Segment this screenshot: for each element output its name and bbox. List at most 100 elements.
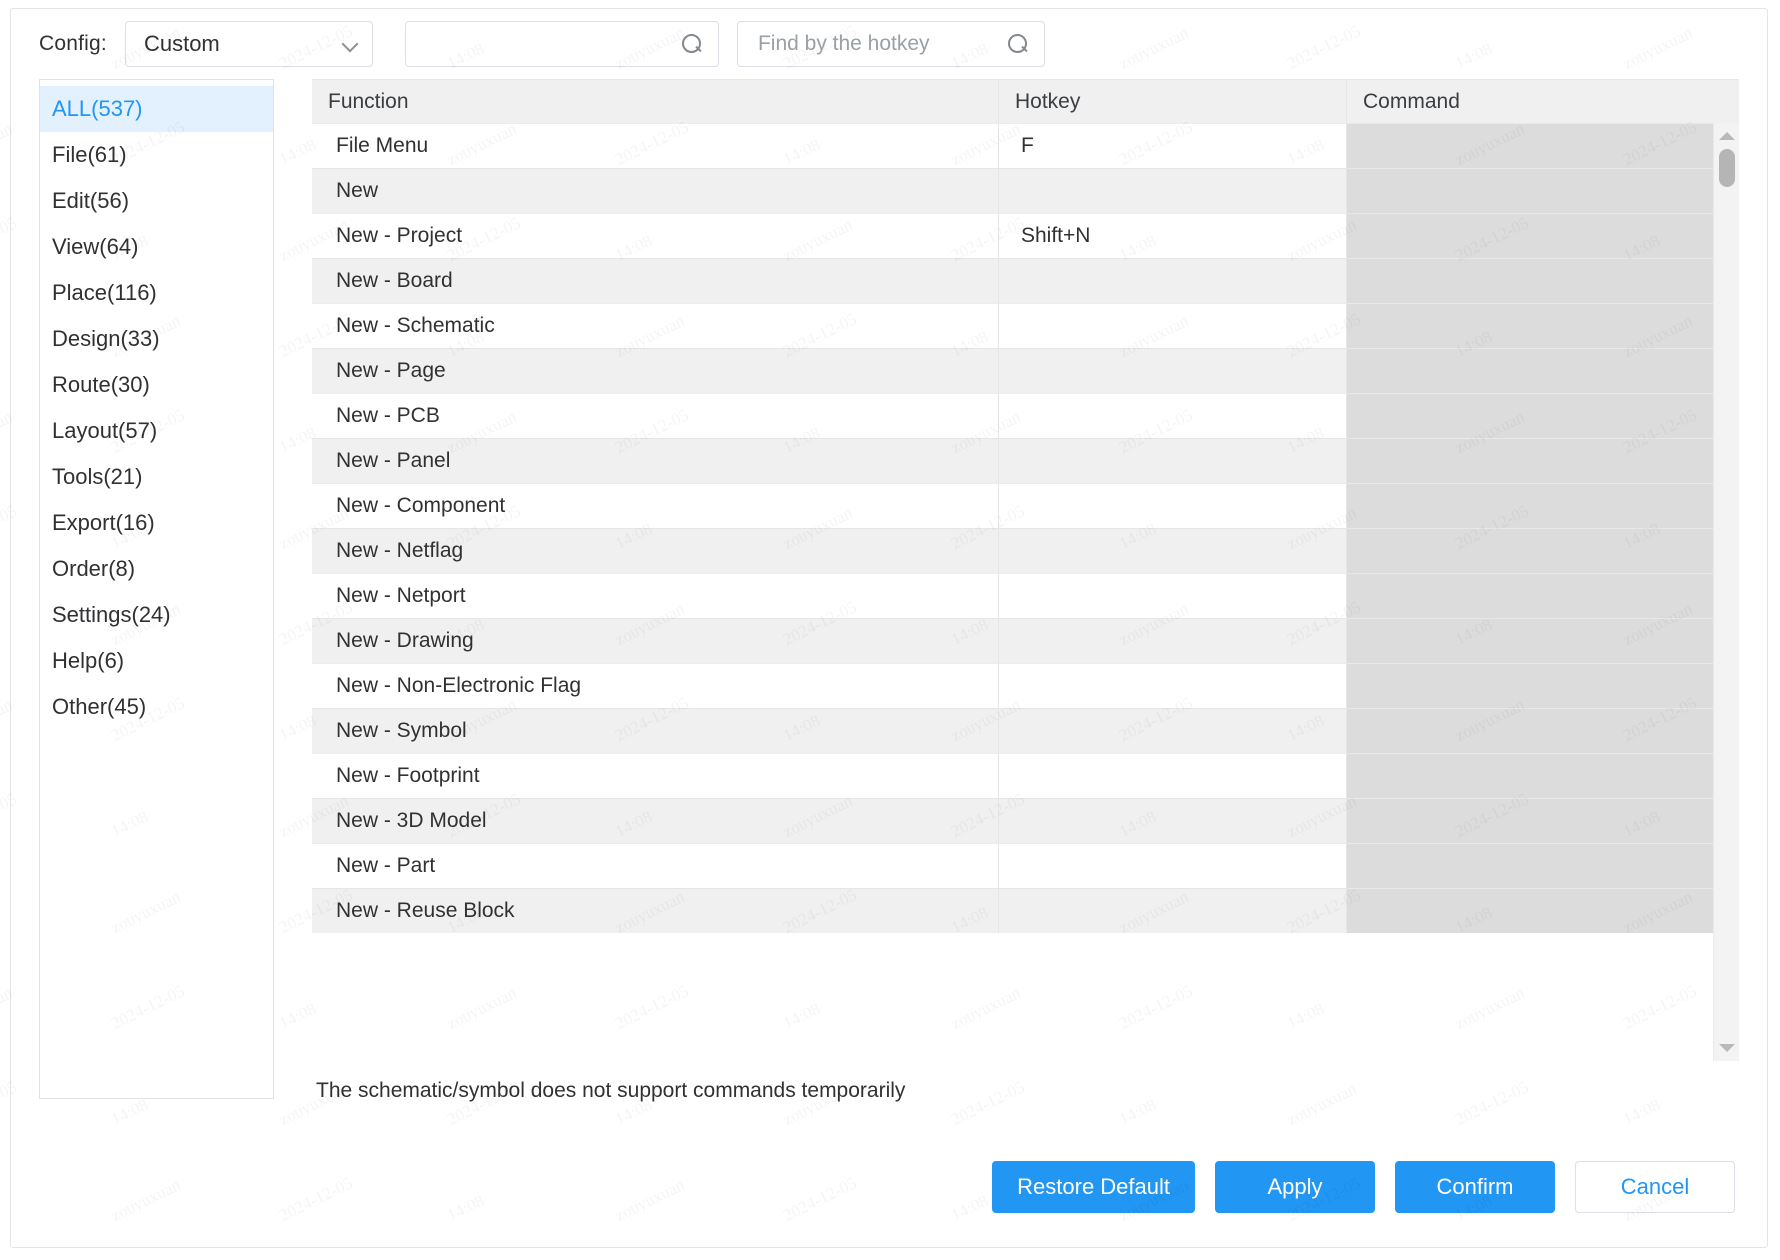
cell-command [1346, 393, 1713, 438]
cell-command [1346, 303, 1713, 348]
cell-command [1346, 528, 1713, 573]
sidebar-item-label: Other(45) [52, 694, 146, 720]
table-row[interactable]: New - Page [312, 348, 1713, 393]
caret-up-icon[interactable] [1714, 125, 1740, 147]
cell-function: New - Part [312, 843, 998, 888]
table-row[interactable]: New - ProjectShift+N [312, 213, 1713, 258]
toolbar: Config: Custom [11, 9, 1767, 79]
cell-hotkey[interactable] [998, 258, 1346, 303]
cell-function: New - PCB [312, 393, 998, 438]
cell-function: New - Symbol [312, 708, 998, 753]
cell-command [1346, 438, 1713, 483]
sidebar-item-label: Order(8) [52, 556, 135, 582]
cell-hotkey[interactable] [998, 888, 1346, 933]
cell-command [1346, 753, 1713, 798]
table-row[interactable]: New - Component [312, 483, 1713, 528]
scrollbar-thumb[interactable] [1719, 149, 1735, 187]
hotkey-table: Function Hotkey Command File MenuFNewNew… [312, 79, 1739, 1127]
cancel-button[interactable]: Cancel [1575, 1161, 1735, 1213]
cell-function: New - 3D Model [312, 798, 998, 843]
table-row[interactable]: New - Non-Electronic Flag [312, 663, 1713, 708]
search-icon[interactable] [680, 32, 704, 56]
table-row[interactable]: New - Schematic [312, 303, 1713, 348]
sidebar-item-file[interactable]: File(61) [40, 132, 273, 178]
table-scroll-region: File MenuFNewNew - ProjectShift+NNew - B… [312, 123, 1739, 1061]
cell-command [1346, 483, 1713, 528]
sidebar-item-export[interactable]: Export(16) [40, 500, 273, 546]
table-row[interactable]: New - Symbol [312, 708, 1713, 753]
search-hotkey-box[interactable] [737, 21, 1045, 67]
cell-function: File Menu [312, 123, 998, 168]
config-select[interactable]: Custom [125, 21, 373, 67]
table-row[interactable]: New - Board [312, 258, 1713, 303]
sidebar-item-label: ALL(537) [52, 96, 143, 122]
cell-hotkey[interactable] [998, 573, 1346, 618]
table-row[interactable]: New - Panel [312, 438, 1713, 483]
cell-hotkey[interactable] [998, 843, 1346, 888]
cell-hotkey[interactable]: F [998, 123, 1346, 168]
sidebar-item-label: Export(16) [52, 510, 155, 536]
cell-hotkey[interactable] [998, 663, 1346, 708]
cell-hotkey[interactable]: Shift+N [998, 213, 1346, 258]
table-body: File MenuFNewNew - ProjectShift+NNew - B… [312, 123, 1713, 1061]
cell-hotkey[interactable] [998, 303, 1346, 348]
table-row[interactable]: New - Reuse Block [312, 888, 1713, 933]
cell-hotkey[interactable] [998, 168, 1346, 213]
cell-command [1346, 663, 1713, 708]
sidebar-item-all[interactable]: ALL(537) [40, 86, 273, 132]
table-row[interactable]: New [312, 168, 1713, 213]
cell-command [1346, 888, 1713, 933]
cell-hotkey[interactable] [998, 528, 1346, 573]
sidebar-item-label: Route(30) [52, 372, 150, 398]
table-row[interactable]: New - Netport [312, 573, 1713, 618]
sidebar-item-place[interactable]: Place(116) [40, 270, 273, 316]
cell-function: New - Panel [312, 438, 998, 483]
search-icon[interactable] [1006, 32, 1030, 56]
cell-hotkey[interactable] [998, 348, 1346, 393]
caret-down-icon[interactable] [1714, 1037, 1740, 1059]
cell-hotkey[interactable] [998, 393, 1346, 438]
table-row[interactable]: New - 3D Model [312, 798, 1713, 843]
sidebar-item-other[interactable]: Other(45) [40, 684, 273, 730]
sidebar-item-label: Design(33) [52, 326, 160, 352]
cell-function: New - Reuse Block [312, 888, 998, 933]
cell-command [1346, 708, 1713, 753]
table-row[interactable]: New - Footprint [312, 753, 1713, 798]
cell-hotkey[interactable] [998, 483, 1346, 528]
sidebar-item-view[interactable]: View(64) [40, 224, 273, 270]
cell-function: New - Netport [312, 573, 998, 618]
table-vertical-scrollbar[interactable] [1713, 123, 1739, 1061]
cell-function: New - Schematic [312, 303, 998, 348]
table-row[interactable]: New - Drawing [312, 618, 1713, 663]
table-row[interactable]: New - Part [312, 843, 1713, 888]
sidebar-item-order[interactable]: Order(8) [40, 546, 273, 592]
search-hotkey-input[interactable] [756, 31, 1000, 57]
sidebar-item-design[interactable]: Design(33) [40, 316, 273, 362]
cell-hotkey[interactable] [998, 753, 1346, 798]
cell-hotkey[interactable] [998, 438, 1346, 483]
cell-hotkey[interactable] [998, 618, 1346, 663]
confirm-button[interactable]: Confirm [1395, 1161, 1555, 1213]
sidebar-item-label: Settings(24) [52, 602, 171, 628]
column-header-command[interactable]: Command [1346, 80, 1739, 123]
sidebar-item-help[interactable]: Help(6) [40, 638, 273, 684]
cell-command [1346, 168, 1713, 213]
sidebar-item-tools[interactable]: Tools(21) [40, 454, 273, 500]
table-row[interactable]: New - Netflag [312, 528, 1713, 573]
table-row[interactable]: New - PCB [312, 393, 1713, 438]
sidebar-item-settings[interactable]: Settings(24) [40, 592, 273, 638]
cell-command [1346, 258, 1713, 303]
restore-default-button[interactable]: Restore Default [992, 1161, 1195, 1213]
column-header-hotkey[interactable]: Hotkey [998, 80, 1346, 123]
column-header-function[interactable]: Function [312, 80, 998, 123]
search-function-input[interactable] [424, 31, 674, 57]
cell-hotkey[interactable] [998, 708, 1346, 753]
sidebar-item-edit[interactable]: Edit(56) [40, 178, 273, 224]
table-row[interactable]: File MenuF [312, 123, 1713, 168]
search-function-box[interactable] [405, 21, 719, 67]
apply-button[interactable]: Apply [1215, 1161, 1375, 1213]
sidebar-item-route[interactable]: Route(30) [40, 362, 273, 408]
sidebar-item-layout[interactable]: Layout(57) [40, 408, 273, 454]
footnote-text: The schematic/symbol does not support co… [312, 1061, 1739, 1103]
cell-hotkey[interactable] [998, 798, 1346, 843]
